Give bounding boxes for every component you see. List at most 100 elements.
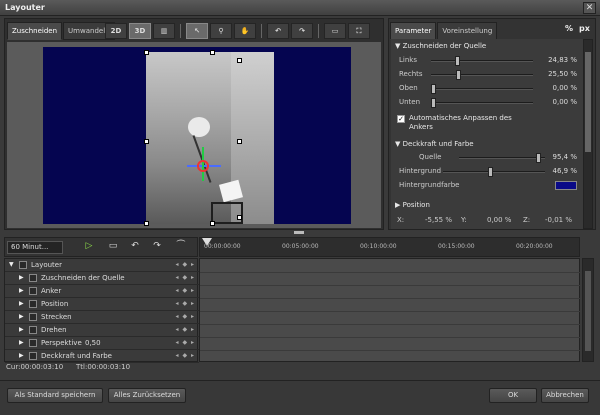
zoom-select[interactable]: 60 Minut... <box>7 241 63 254</box>
tab-preset[interactable]: Voreinstellung <box>437 22 498 40</box>
track-checkbox[interactable] <box>29 326 37 334</box>
rotation-gizmo[interactable] <box>197 160 209 172</box>
keyframe-nav[interactable]: ◂ ◆ ▸ <box>176 313 195 320</box>
pos-y-value[interactable]: 0,00 % <box>487 216 511 224</box>
crop-row-value[interactable]: 0,00 % <box>553 84 577 92</box>
fit-frame-button[interactable]: ▭ <box>324 23 346 39</box>
zoom-tool-button[interactable]: ⚲ <box>210 23 232 39</box>
cancel-button[interactable]: Abbrechen <box>541 388 589 403</box>
expand-icon[interactable]: ▶ <box>19 327 25 333</box>
section-opacity[interactable]: ▼ Deckkraft und Farbe <box>395 140 474 148</box>
track-row[interactable]: ▶ Anker ◂ ◆ ▸ <box>5 285 199 298</box>
track-checkbox[interactable] <box>29 300 37 308</box>
crop-handle-bottom-left[interactable] <box>144 221 149 226</box>
close-button[interactable]: ✕ <box>583 2 596 14</box>
expand-icon[interactable]: ▶ <box>19 314 25 320</box>
crop-slider[interactable] <box>431 56 533 66</box>
keyframe-nav[interactable]: ◂ ◆ ▸ <box>176 300 195 307</box>
track-row[interactable]: ▶ Zuschneiden der Quelle ◂ ◆ ▸ <box>5 272 199 285</box>
crop-slider-knob[interactable] <box>455 70 461 80</box>
crop-handle-bottom-right[interactable] <box>237 215 242 220</box>
track-row[interactable]: ▼ Layouter ◂ ◆ ▸ <box>5 259 199 272</box>
source-image[interactable] <box>146 52 274 224</box>
add-keyframe-button[interactable]: ▭ <box>105 240 121 255</box>
auto-anchor-checkbox[interactable]: ✓ <box>397 115 405 123</box>
track-row[interactable]: ▶ Position ◂ ◆ ▸ <box>5 298 199 311</box>
expand-icon[interactable]: ▶ <box>19 275 25 281</box>
expand-icon[interactable]: ▶ <box>19 340 25 346</box>
keyframe-nav[interactable]: ◂ ◆ ▸ <box>176 352 195 359</box>
graph-button[interactable]: ⏜ <box>173 240 189 255</box>
track-value[interactable]: 0,50 <box>85 339 101 347</box>
next-keyframe-button[interactable]: ↷ <box>149 240 165 255</box>
unit-percent-toggle[interactable]: % <box>565 24 573 33</box>
expand-icon[interactable]: ▶ <box>19 288 25 294</box>
keyframe-area[interactable] <box>199 258 581 364</box>
crop-slider-knob[interactable] <box>455 56 461 66</box>
crop-handle-top-right[interactable] <box>237 58 242 63</box>
view-2d-button[interactable]: 2D <box>105 23 127 39</box>
crop-handle-top[interactable] <box>210 50 215 55</box>
track-checkbox[interactable] <box>29 339 37 347</box>
crop-row-value[interactable]: 0,00 % <box>553 98 577 106</box>
scrollbar-thumb[interactable] <box>585 52 591 152</box>
crop-slider-knob[interactable] <box>431 98 436 108</box>
track-checkbox[interactable] <box>29 287 37 295</box>
preview-canvas[interactable] <box>7 42 381 228</box>
pos-z-value[interactable]: -0,01 % <box>545 216 572 224</box>
redo-button[interactable]: ↷ <box>291 23 313 39</box>
section-position[interactable]: ▶ Position <box>395 201 430 209</box>
view-3d-button[interactable]: 3D <box>129 23 151 39</box>
keyframe-nav[interactable]: ◂ ◆ ▸ <box>176 261 195 268</box>
crop-slider[interactable] <box>431 84 533 94</box>
timeline-ruler[interactable]: 00:00:00:00 00:05:00:00 00:10:00:00 00:1… <box>199 237 580 257</box>
unit-px-toggle[interactable]: px <box>579 24 590 33</box>
prev-keyframe-button[interactable]: ↶ <box>127 240 143 255</box>
keyframe-nav[interactable]: ◂ ◆ ▸ <box>176 326 195 333</box>
parameter-scrollbar[interactable] <box>583 39 593 229</box>
select-tool-button[interactable]: ↖ <box>186 23 208 39</box>
track-checkbox[interactable] <box>19 261 27 269</box>
crop-slider-knob[interactable] <box>431 84 436 94</box>
hand-tool-button[interactable]: ✋ <box>234 23 256 39</box>
expand-icon[interactable]: ▶ <box>19 301 25 307</box>
track-row[interactable]: ▶ Drehen ◂ ◆ ▸ <box>5 324 199 337</box>
track-row[interactable]: ▶ Strecken ◂ ◆ ▸ <box>5 311 199 324</box>
pos-x-value[interactable]: -5,55 % <box>425 216 452 224</box>
track-checkbox[interactable] <box>29 313 37 321</box>
play-button[interactable]: ▷ <box>81 240 97 255</box>
ok-button[interactable]: OK <box>489 388 537 403</box>
expand-icon[interactable]: ▶ <box>19 353 25 359</box>
background-opacity-slider[interactable] <box>443 167 545 177</box>
crop-handle-bottom[interactable] <box>210 221 215 226</box>
reset-all-button[interactable]: Alles Zurücksetzen <box>108 388 186 403</box>
source-opacity-value[interactable]: 95,4 % <box>553 153 577 161</box>
crop-row-value[interactable]: 25,50 % <box>548 70 577 78</box>
save-default-button[interactable]: Als Standard speichern <box>7 388 103 403</box>
keyframe-nav[interactable]: ◂ ◆ ▸ <box>176 339 195 346</box>
keyframe-nav[interactable]: ◂ ◆ ▸ <box>176 287 195 294</box>
undo-button[interactable]: ↶ <box>267 23 289 39</box>
background-opacity-value[interactable]: 46,9 % <box>553 167 577 175</box>
crop-slider[interactable] <box>431 98 533 108</box>
section-crop[interactable]: ▼ Zuschneiden der Quelle <box>395 42 486 50</box>
track-checkbox[interactable] <box>29 274 37 282</box>
crop-row-value[interactable]: 24,83 % <box>548 56 577 64</box>
source-opacity-slider[interactable] <box>459 153 545 163</box>
fullscreen-button[interactable]: ⛶ <box>348 23 370 39</box>
background-opacity-knob[interactable] <box>488 167 494 177</box>
pane-splitter[interactable] <box>294 231 304 234</box>
crop-handle-top-left[interactable] <box>144 50 149 55</box>
split-view-button[interactable]: ▥ <box>153 23 175 39</box>
timeline-scrollbar-thumb[interactable] <box>585 271 591 351</box>
tab-crop[interactable]: Zuschneiden <box>7 22 63 40</box>
track-row[interactable]: ▶ Deckkraft und Farbe ◂ ◆ ▸ <box>5 350 199 363</box>
track-row[interactable]: ▶ Perspektive 0,50 ◂ ◆ ▸ <box>5 337 199 350</box>
timeline-scrollbar[interactable] <box>582 258 594 362</box>
track-checkbox[interactable] <box>29 352 37 360</box>
crop-handle-left[interactable] <box>144 139 149 144</box>
source-opacity-knob[interactable] <box>536 153 542 163</box>
collapse-icon[interactable]: ▼ <box>9 262 15 268</box>
crop-handle-right[interactable] <box>237 139 242 144</box>
keyframe-nav[interactable]: ◂ ◆ ▸ <box>176 274 195 281</box>
